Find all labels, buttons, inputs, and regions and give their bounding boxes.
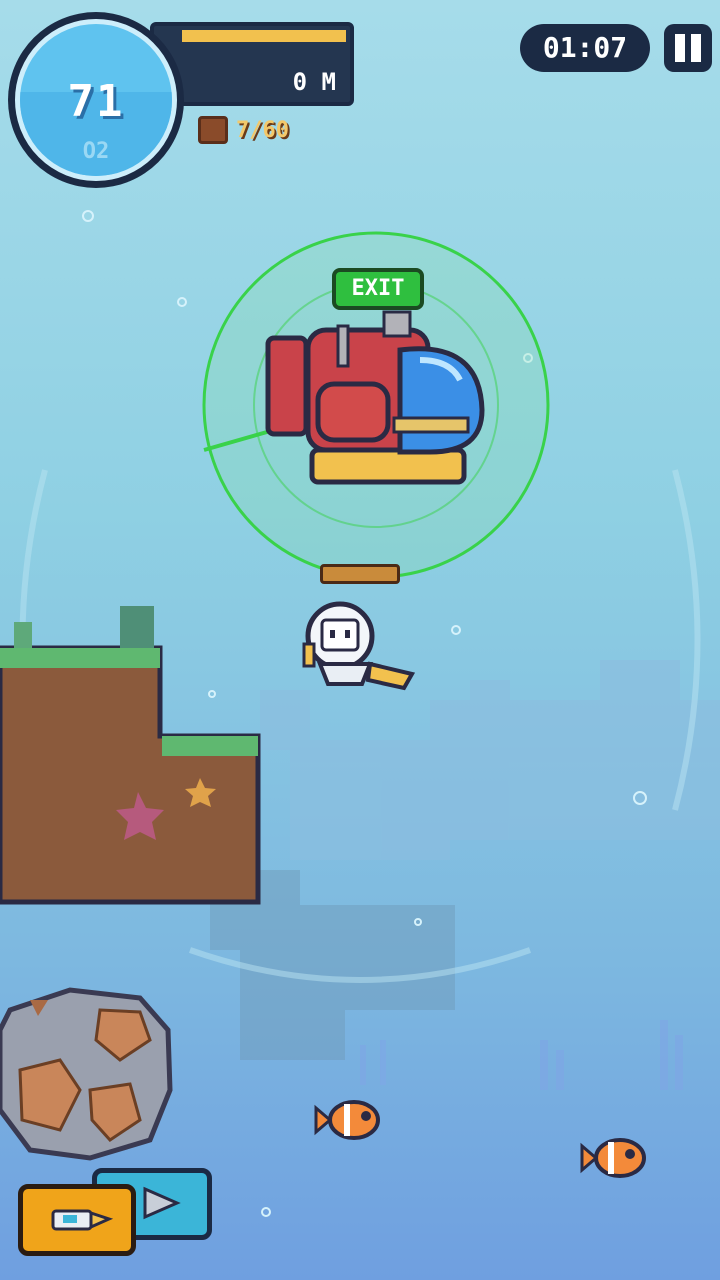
diver-player <box>302 601 416 691</box>
pause-button[interactable] <box>664 24 712 72</box>
oxygen-value: 71 <box>67 76 125 127</box>
pause-icon <box>675 34 685 62</box>
bag-count: 7/60 <box>236 117 289 143</box>
harpoon-gun-icon <box>51 1209 114 1231</box>
oxygen-gauge: 71 O2 <box>8 12 184 188</box>
orange-fish[interactable] <box>314 1100 380 1140</box>
exit-button[interactable]: EXIT <box>332 268 424 310</box>
oxygen-label: O2 <box>82 139 110 164</box>
game-scene[interactable]: EXIT 0 M 71 O2 7/60 01:07 <box>0 0 720 1280</box>
dirt-cliff <box>0 606 261 905</box>
depth-readout: 0 M <box>292 68 336 96</box>
harpoon-gun-button[interactable] <box>18 1184 136 1256</box>
dive-timer: 01:07 <box>520 24 650 72</box>
ore-rock <box>0 987 173 1161</box>
distant-ruins <box>260 660 720 860</box>
underwater-background <box>0 210 720 1217</box>
backpack-icon <box>198 116 228 144</box>
bag-capacity: 7/60 <box>198 116 289 144</box>
seaweed <box>360 1020 683 1090</box>
depth-progress-bar <box>182 30 346 42</box>
orange-fish[interactable] <box>580 1138 646 1178</box>
submarine-docking-bar <box>320 564 400 584</box>
